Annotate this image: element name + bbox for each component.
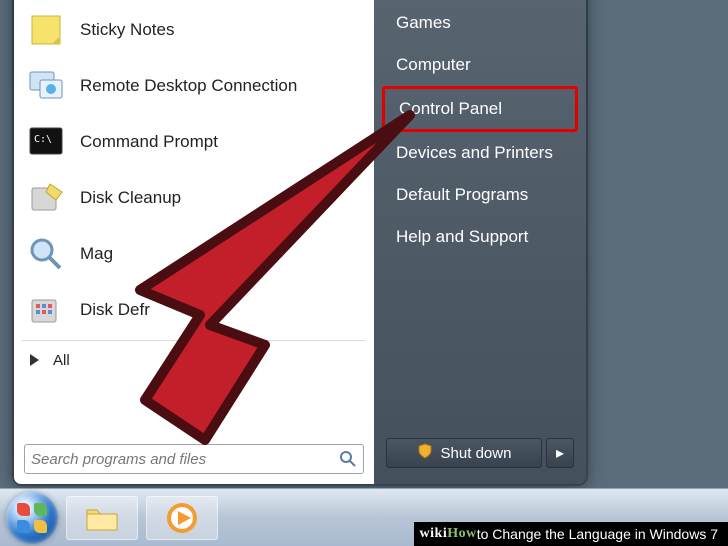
caption-brand: wikiHow — [420, 526, 477, 542]
program-item-remote-desktop[interactable]: Remote Desktop Connection — [18, 58, 370, 114]
command-prompt-icon: C:\ — [26, 122, 66, 162]
disk-cleanup-icon — [26, 178, 66, 218]
right-item-devices-printers[interactable]: Devices and Printers — [382, 132, 578, 174]
magnifier-icon — [26, 234, 66, 274]
folder-icon — [84, 500, 120, 536]
separator — [22, 340, 366, 341]
program-item-disk-cleanup[interactable]: Disk Cleanup — [18, 170, 370, 226]
right-item-label: Control Panel — [399, 99, 502, 119]
disk-defrag-icon — [26, 290, 66, 330]
program-label: Disk Defr — [80, 300, 150, 320]
windows-logo-icon — [17, 503, 47, 533]
right-item-label: Help and Support — [396, 227, 528, 247]
program-label: Command Prompt — [80, 132, 218, 152]
right-item-default-programs[interactable]: Default Programs — [382, 174, 578, 216]
start-button[interactable] — [6, 492, 58, 544]
taskbar-explorer-button[interactable] — [66, 496, 138, 540]
program-item-command-prompt[interactable]: C:\ Command Prompt — [18, 114, 370, 170]
program-item-disk-defrag[interactable]: Disk Defr — [18, 282, 370, 338]
right-item-games[interactable]: Games — [382, 2, 578, 44]
remote-desktop-icon — [26, 66, 66, 106]
search-row: Search programs and files — [18, 438, 370, 474]
shutdown-button[interactable]: Shut down — [386, 438, 542, 468]
right-item-control-panel[interactable]: Control Panel — [382, 86, 578, 132]
shutdown-row: Shut down ▸ — [382, 438, 578, 474]
right-item-help-support[interactable]: Help and Support — [382, 216, 578, 258]
taskbar-media-player-button[interactable] — [146, 496, 218, 540]
shutdown-options-button[interactable]: ▸ — [546, 438, 574, 468]
right-item-computer[interactable]: Computer — [382, 44, 578, 86]
right-item-label: Games — [396, 13, 451, 33]
shutdown-label: Shut down — [441, 445, 512, 462]
right-item-label: Default Programs — [396, 185, 528, 205]
program-label: Remote Desktop Connection — [80, 76, 297, 96]
program-label: Mag — [80, 244, 113, 264]
svg-text:C:\: C:\ — [34, 134, 52, 145]
program-item-sticky-notes[interactable]: Sticky Notes — [18, 2, 370, 58]
sticky-notes-icon — [26, 10, 66, 50]
search-placeholder: Search programs and files — [31, 451, 206, 468]
start-menu-left-pane: Calculator Sticky Notes Remote Desktop C… — [14, 0, 374, 484]
program-label: Disk Cleanup — [80, 188, 181, 208]
start-menu: Calculator Sticky Notes Remote Desktop C… — [12, 0, 588, 486]
media-player-icon — [164, 500, 200, 536]
caption-text: to Change the Language in Windows 7 — [477, 526, 718, 542]
shield-icon — [417, 443, 433, 463]
program-item-magnifier[interactable]: Mag — [18, 226, 370, 282]
right-item-label: Devices and Printers — [396, 143, 553, 163]
all-programs-row[interactable]: All — [18, 343, 370, 377]
search-icon — [339, 450, 357, 468]
all-programs-label: All — [53, 352, 70, 369]
program-label: Sticky Notes — [80, 20, 174, 40]
program-list: Calculator Sticky Notes Remote Desktop C… — [18, 0, 370, 438]
chevron-right-icon: ▸ — [556, 443, 564, 463]
right-item-label: Computer — [396, 55, 471, 75]
search-input[interactable]: Search programs and files — [24, 444, 364, 474]
caption-bar: wikiHow to Change the Language in Window… — [414, 522, 728, 546]
start-menu-right-pane: Games Computer Control Panel Devices and… — [374, 0, 586, 484]
back-arrow-icon — [30, 354, 39, 366]
